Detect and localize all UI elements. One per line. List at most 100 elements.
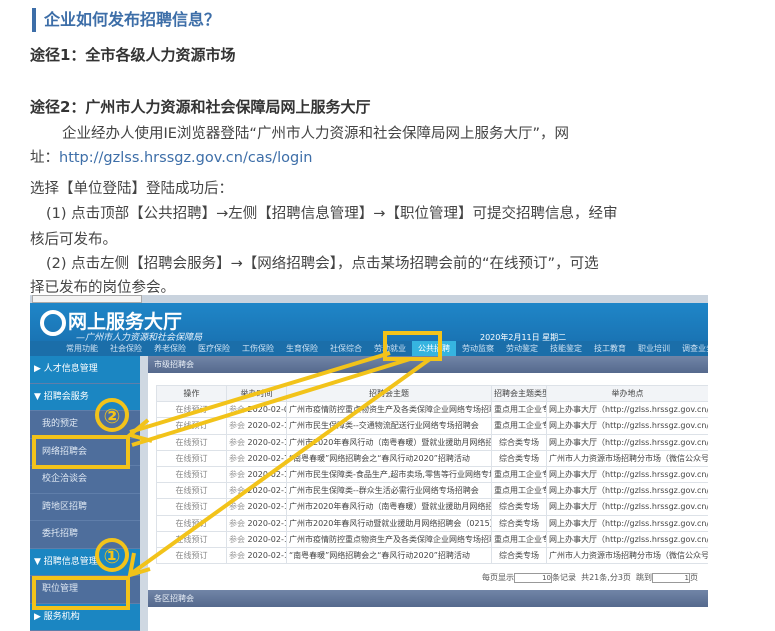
- col-location: 举办地点: [546, 384, 708, 403]
- path-1-heading: 途径1：全市各级人力资源市场: [30, 46, 236, 64]
- nav-item[interactable]: 社会保险: [104, 341, 148, 356]
- location-cell: 网上办事大厅（http://gzlss.hrssgz.gov.cn/cas/l: [546, 482, 708, 500]
- nav-item[interactable]: 技能鉴定: [544, 341, 588, 356]
- theme-cell: 广州市2020年春风行动（南粤春暖）暨就业援助月网络招聘会(0214): [286, 498, 492, 516]
- login-url-link[interactable]: http://gzlss.hrssgz.gov.cn/cas/login: [59, 150, 312, 166]
- table-row: 在线预订参会 2020-02-15广州市2020年春风行动暨就业援助月网络招聘会…: [156, 514, 708, 532]
- table-row: 在线预订参会 2020-02-12“南粤春暖”网络招聘会之“春风行动2020”招…: [156, 449, 708, 467]
- nav-item[interactable]: 调查业务: [676, 341, 708, 356]
- table-row: 在线预订参会 2020-02-08广州市疫情防控重点物资生产及各类保障企业网络专…: [156, 401, 708, 419]
- sidebar-item[interactable]: 跨地区招聘: [30, 494, 140, 521]
- sidebar: ▶ 人才信息管理 ▼ 招聘会服务 我的预定 网络招聘会 校企洽谈会 跨地区招聘 委托招聘 ▼ …: [30, 356, 140, 631]
- location-cell: 网上办事大厅（http://gzlss.hrssgz.gov.cn/cas/l: [546, 514, 708, 532]
- table-row: 在线预订参会 2020-02-12广州市2020年春风行动（南粤春暖）暨就业援助…: [156, 433, 708, 451]
- sidebar-item[interactable]: 我的预定: [30, 411, 140, 439]
- theme-cell: 广州市2020年春风行动（南粤春暖）暨就业援助月网络招聘会(0212): [286, 433, 492, 451]
- book-online-link[interactable]: 在线预订: [156, 530, 227, 548]
- date-cell: 参会 2020-02-12: [226, 449, 287, 467]
- sidebar-item[interactable]: 网络招聘会: [30, 439, 140, 466]
- theme-cell: 广州市民生保障类--群众生活必需行业网络专场招聘会: [286, 482, 492, 500]
- nav-item[interactable]: 公共招聘: [412, 341, 456, 356]
- step-2: (2) 点击左侧【招聘会服务】→【网络招聘会】，点击某场招聘会前的“在线预订”，…: [46, 256, 599, 272]
- nav-item[interactable]: 劳动鉴定: [500, 341, 544, 356]
- browser-tab-bar: [30, 295, 708, 303]
- book-online-link[interactable]: 在线预订: [156, 514, 227, 532]
- type-cell: 综合类专场: [491, 514, 547, 532]
- nav-item[interactable]: 技工教育: [588, 341, 632, 356]
- pagination: 每页显示 10条记录 共21条,分3页 跳到 1页: [482, 572, 698, 583]
- type-cell: 综合类专场: [491, 498, 547, 516]
- table-row: 在线预订参会 2020-02-13广州市民生保障类--群众生活必需行业网络专场招…: [156, 482, 708, 500]
- col-date: 举办时间: [226, 384, 287, 403]
- type-cell: 综合类专场: [491, 546, 547, 565]
- nav-item[interactable]: 生育保险: [280, 341, 324, 356]
- type-cell: 综合类专场: [491, 433, 547, 451]
- date-cell: 参会 2020-02-12: [226, 465, 287, 484]
- type-cell: 重点用工企业专场: [491, 417, 547, 435]
- top-nav: 常用功能 社会保险 养老保险 医疗保险 工伤保险 生育保险 社保综合 劳动就业 公共招聘 劳动监察…: [30, 341, 708, 356]
- date-cell: 参会 2020-02-08: [226, 401, 287, 419]
- book-online-link[interactable]: 在线预订: [156, 482, 227, 500]
- sidebar-group[interactable]: ▶ 人才信息管理: [30, 356, 140, 384]
- sidebar-scrollbar[interactable]: [140, 356, 148, 631]
- date-cell: 参会 2020-02-11: [226, 417, 287, 435]
- section-bar-city: 市级招聘会: [148, 356, 708, 373]
- date-cell: 参会 2020-02-18: [226, 530, 287, 548]
- location-cell: 网上办事大厅（http://gzlss.hrssgz.gov.cn/cas/l: [546, 417, 708, 435]
- nav-item[interactable]: 医疗保险: [192, 341, 236, 356]
- sidebar-group[interactable]: ▶ 服务机构: [30, 603, 140, 631]
- goto-page-input[interactable]: 1: [652, 572, 690, 583]
- location-cell: 网上办事大厅（http://gzlss.hrssgz.gov.cn/cas/l: [546, 465, 708, 484]
- main-content: 市级招聘会 操作 举办时间 招聘会主题 招聘会主题类型 举办地点 在线预订 参会 …: [148, 356, 708, 631]
- sidebar-group[interactable]: ▼ 招聘信息管理: [30, 548, 140, 576]
- theme-cell: 广州市2020年春风行动暨就业援助月网络招聘会（0215）: [286, 514, 492, 532]
- book-online-link[interactable]: 在线预订: [156, 546, 227, 565]
- theme-cell: 广州市疫情防控重点物资生产及各类保障企业网络专场招聘会: [286, 401, 492, 419]
- step-1: (1) 点击顶部【公共招聘】→左侧【招聘信息管理】→【职位管理】可提交招聘信息，…: [46, 206, 618, 222]
- step-2-cont: 择已发布的岗位参会。: [30, 280, 175, 296]
- location-cell: 广州市人力资源市场招聘分市场（微信公众号）: [546, 449, 708, 467]
- sidebar-item[interactable]: 职位管理: [30, 576, 140, 604]
- nav-item[interactable]: 工伤保险: [236, 341, 280, 356]
- theme-cell: “南粤春暖”网络招聘会之“春风行动2020”招聘活动: [286, 449, 492, 467]
- nav-item[interactable]: 常用功能: [60, 341, 104, 356]
- table-row: 在线预订参会 2020-02-14广州市2020年春风行动（南粤春暖）暨就业援助…: [156, 498, 708, 516]
- location-cell: 网上办事大厅（http://gzlss.hrssgz.gov.cn/cas/l: [546, 433, 708, 451]
- location-cell: 广州市人力资源市场招聘分市场（微信公众号）: [546, 546, 708, 565]
- paragraph: 企业经办人使用IE浏览器登陆“广州市人力资源和社会保障局网上服务大厅”，网: [62, 126, 569, 142]
- nav-item[interactable]: 养老保险: [148, 341, 192, 356]
- sidebar-group[interactable]: ▼ 招聘会服务: [30, 383, 140, 411]
- nav-item[interactable]: 职业培训: [632, 341, 676, 356]
- sidebar-item[interactable]: 委托招聘: [30, 521, 140, 549]
- theme-cell: 广州市疫情防控重点物资生产及各类保障企业网络专场招聘会: [286, 530, 492, 548]
- theme-cell: 广州市民生保障类-食品生产,超市卖场,零售等行业网络专场招聘会: [286, 465, 492, 484]
- nav-item[interactable]: 社保综合: [324, 341, 368, 356]
- date-cell: 参会 2020-02-15: [226, 514, 287, 532]
- book-online-link[interactable]: 在线预订: [156, 465, 227, 484]
- step-1-cont: 核后可发布。: [30, 232, 117, 248]
- browser-tab: [32, 295, 142, 303]
- date-cell: 参会 2020-02-14: [226, 498, 287, 516]
- col-action: 操作: [156, 384, 227, 403]
- date-cell: 参会 2020-02-12: [226, 433, 287, 451]
- table-row: 在线预订参会 2020-02-11广州市民生保障类--交通物流配送行业网络专场招…: [156, 417, 708, 435]
- book-online-link[interactable]: 在线预订: [156, 498, 227, 516]
- location-cell: 网上办事大厅（http://gzlss.hrssgz.gov.cn/cas/l: [546, 530, 708, 548]
- nav-item[interactable]: 劳动就业: [368, 341, 412, 356]
- sidebar-item[interactable]: 校企洽谈会: [30, 466, 140, 494]
- table-row: 在线预订参会 2020-02-18广州市疫情防控重点物资生产及各类保障企业网络专…: [156, 530, 708, 548]
- book-online-link[interactable]: 在线预订: [156, 417, 227, 435]
- nav-item[interactable]: 劳动监察: [456, 341, 500, 356]
- book-online-link[interactable]: 在线预订: [156, 401, 227, 419]
- theme-cell: “南粤春暖”网络招聘会之“春风行动2020”招聘活动: [286, 546, 492, 565]
- per-page-input[interactable]: 10: [514, 572, 552, 583]
- portal-screenshot: 网上服务大厅 —广州市人力资源和社会保障局 2020年2月11日 星期二 常用功…: [30, 295, 708, 631]
- job-fair-table: 操作 举办时间 招聘会主题 招聘会主题类型 举办地点 在线预订 参会 2020-0…: [156, 384, 708, 565]
- book-online-link[interactable]: 在线预订: [156, 449, 227, 467]
- book-online-link[interactable]: 在线预订: [156, 433, 227, 451]
- paragraph: 选择【单位登陆】登陆成功后：: [30, 181, 233, 197]
- section-bar-district: 各区招聘会: [148, 590, 708, 608]
- theme-cell: 广州市民生保障类--交通物流配送行业网络专场招聘会: [286, 417, 492, 435]
- portal-header: 网上服务大厅 —广州市人力资源和社会保障局 2020年2月11日 星期二: [30, 303, 708, 343]
- col-theme: 招聘会主题: [286, 384, 492, 403]
